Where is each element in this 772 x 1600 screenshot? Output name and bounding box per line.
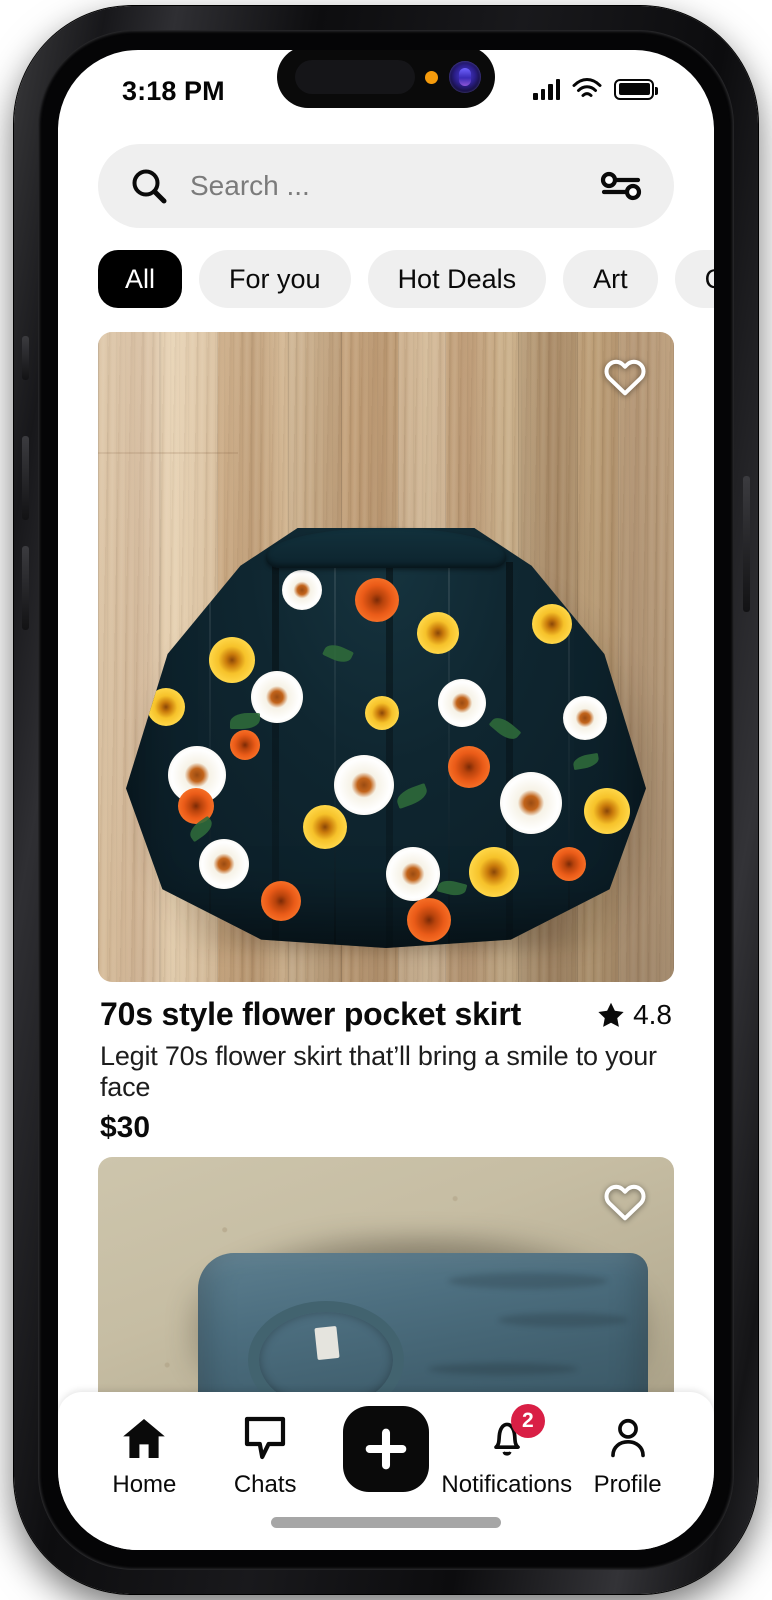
- heart-outline-icon[interactable]: [602, 1179, 648, 1225]
- nav-item-chats[interactable]: Chats: [207, 1412, 323, 1499]
- volume-up-button[interactable]: [22, 436, 29, 520]
- listing-card-1[interactable]: 70s style flower pocket skirt 4.8 Legit …: [98, 332, 674, 1145]
- rating-value: 4.8: [633, 998, 672, 1030]
- front-camera-icon: [449, 61, 481, 93]
- nav-item-profile[interactable]: Profile: [570, 1412, 686, 1499]
- listing-image-skirt[interactable]: [98, 332, 674, 982]
- phone-screen: 3:18 PM Search ... All For you Hot Deals…: [58, 50, 714, 1550]
- listing-rating: 4.8: [596, 999, 672, 1031]
- chat-icon-wrap: [241, 1412, 289, 1464]
- nav-label-notifications: Notifications: [441, 1471, 573, 1498]
- bottom-navigation[interactable]: Home Chats 2 Notifications Profile: [58, 1392, 714, 1550]
- bell-icon-wrap: 2: [485, 1404, 545, 1464]
- nav-label-profile: Profile: [593, 1471, 662, 1498]
- plus-icon: [365, 1428, 407, 1470]
- tshirt-tag: [314, 1325, 340, 1361]
- chip-art[interactable]: Art: [563, 250, 658, 308]
- home-icon: [123, 1419, 166, 1458]
- listing-title: 70s style flower pocket skirt: [100, 996, 522, 1032]
- nav-item-add[interactable]: [328, 1406, 444, 1492]
- nav-label-chats: Chats: [233, 1471, 297, 1498]
- nav-item-home[interactable]: Home: [86, 1412, 202, 1499]
- dynamic-island: [277, 50, 495, 108]
- nav-label-home: Home: [112, 1471, 177, 1498]
- battery-full-icon: [614, 78, 658, 100]
- listing-feed[interactable]: 70s style flower pocket skirt 4.8 Legit …: [58, 332, 714, 1427]
- home-icon-wrap: [120, 1412, 168, 1464]
- listing-price: $30: [100, 1111, 151, 1144]
- search-input[interactable]: Search ...: [190, 170, 600, 202]
- skirt-product: [126, 528, 658, 950]
- chip-for-you[interactable]: For you: [199, 250, 351, 308]
- search-bar[interactable]: Search ...: [98, 144, 674, 228]
- camera-lens-inner: [459, 68, 471, 86]
- profile-icon-wrap: [606, 1412, 650, 1464]
- island-pill: [295, 60, 415, 94]
- filter-sliders-icon[interactable]: [600, 171, 642, 201]
- volume-down-button[interactable]: [22, 546, 29, 630]
- status-indicators: [533, 78, 658, 100]
- chip-all[interactable]: All: [98, 250, 183, 308]
- listing-description: Legit 70s flower skirt that’ll bring a s…: [100, 1041, 657, 1102]
- star-icon: [598, 1002, 624, 1027]
- silent-switch[interactable]: [22, 336, 29, 380]
- phone-frame: 3:18 PM Search ... All For you Hot Deals…: [14, 6, 758, 1594]
- category-chips[interactable]: All For you Hot Deals Art Chirop: [58, 250, 714, 308]
- listing-info-1: 70s style flower pocket skirt 4.8 Legit …: [98, 982, 674, 1145]
- listing-title-row: 70s style flower pocket skirt 4.8: [100, 996, 672, 1033]
- nav-item-notifications[interactable]: 2 Notifications: [441, 1404, 572, 1499]
- search-icon: [132, 169, 167, 204]
- home-indicator[interactable]: [271, 1517, 501, 1528]
- listing-image-tshirt[interactable]: [98, 1157, 674, 1417]
- status-time: 3:18 PM: [122, 76, 225, 106]
- power-button[interactable]: [743, 476, 750, 612]
- microphone-indicator-icon: [425, 70, 438, 84]
- notification-badge: 2: [510, 1404, 545, 1438]
- chip-chiropractic[interactable]: Chirop: [674, 250, 714, 308]
- listing-card-2[interactable]: [98, 1157, 674, 1417]
- chat-bubble-icon: [245, 1416, 286, 1460]
- wifi-icon: [572, 78, 602, 97]
- cellular-bars-icon: [533, 78, 560, 100]
- person-icon: [610, 1418, 645, 1458]
- heart-outline-icon[interactable]: [602, 354, 648, 400]
- battery-level-fill: [618, 83, 650, 95]
- chip-hot-deals[interactable]: Hot Deals: [367, 250, 547, 308]
- status-bar: 3:18 PM: [58, 50, 714, 126]
- add-listing-button[interactable]: [342, 1406, 429, 1492]
